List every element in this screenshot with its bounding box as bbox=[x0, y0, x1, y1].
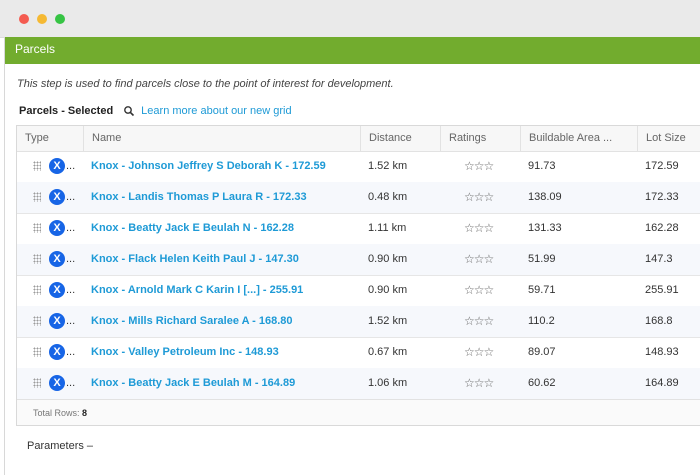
table-row[interactable]: X... Knox - Johnson Jeffrey S Deborah K -… bbox=[17, 151, 700, 183]
lot-size-cell: 164.89 bbox=[645, 377, 679, 389]
lot-size-cell: 172.59 bbox=[645, 160, 679, 172]
buildable-area-cell: 91.73 bbox=[528, 160, 556, 172]
type-ellipsis: ... bbox=[66, 160, 76, 172]
parameters-label: Parameters bbox=[27, 440, 84, 452]
panel-header[interactable]: Parcels bbox=[5, 37, 700, 64]
close-window-icon[interactable] bbox=[19, 14, 29, 24]
type-ellipsis: ... bbox=[66, 253, 76, 265]
rating-stars[interactable]: ☆☆☆ bbox=[464, 306, 520, 337]
parcel-name-link[interactable]: Knox - Johnson Jeffrey S Deborah K - 172… bbox=[91, 151, 361, 182]
column-header-name[interactable]: Name bbox=[83, 126, 360, 151]
total-rows-count: 8 bbox=[82, 408, 88, 418]
table-row[interactable]: X... Knox - Arnold Mark C Karin I [...] -… bbox=[17, 275, 700, 307]
learn-more-link[interactable]: Learn more about our new grid bbox=[141, 105, 291, 117]
parameters-toggle[interactable]: – bbox=[87, 440, 93, 452]
buildable-area-cell: 89.07 bbox=[528, 346, 556, 358]
rating-stars[interactable]: ☆☆☆ bbox=[464, 337, 520, 368]
lot-size-cell: 148.93 bbox=[645, 346, 679, 358]
rating-stars[interactable]: ☆☆☆ bbox=[464, 151, 520, 182]
buildable-area-cell: 110.2 bbox=[528, 315, 555, 327]
minimize-window-icon[interactable] bbox=[37, 14, 47, 24]
window-titlebar bbox=[0, 0, 700, 38]
lot-size-cell: 147.3 bbox=[645, 253, 673, 265]
column-header-distance[interactable]: Distance bbox=[360, 126, 440, 151]
table-row[interactable]: X... Knox - Valley Petroleum Inc - 148.93… bbox=[17, 337, 700, 369]
distance-cell: 0.48 km bbox=[368, 191, 408, 203]
table-row[interactable]: X... Knox - Flack Helen Keith Paul J - 14… bbox=[17, 244, 700, 276]
distance-cell: 0.90 km bbox=[368, 284, 408, 296]
parcel-type-icon: X bbox=[49, 251, 65, 267]
parcels-grid: Type Name Distance Ratings Buildable Are… bbox=[16, 125, 700, 426]
distance-cell: 0.90 km bbox=[368, 253, 408, 265]
rating-stars[interactable]: ☆☆☆ bbox=[464, 368, 520, 399]
total-rows-label: Total Rows: 8 bbox=[33, 408, 88, 418]
distance-cell: 1.52 km bbox=[368, 315, 408, 327]
type-ellipsis: ... bbox=[66, 315, 76, 327]
table-row[interactable]: X... Knox - Beatty Jack E Beulah N - 162.… bbox=[17, 213, 700, 245]
parcel-name-link[interactable]: Knox - Flack Helen Keith Paul J - 147.30 bbox=[91, 244, 361, 275]
buildable-area-cell: 59.71 bbox=[528, 284, 556, 296]
rating-stars[interactable]: ☆☆☆ bbox=[464, 275, 520, 306]
rating-stars[interactable]: ☆☆☆ bbox=[464, 182, 520, 213]
parcel-name-link[interactable]: Knox - Landis Thomas P Laura R - 172.33 bbox=[91, 182, 361, 213]
grid-footer: Total Rows: 8 bbox=[17, 399, 700, 425]
type-ellipsis: ... bbox=[66, 346, 76, 358]
table-row[interactable]: X... Knox - Landis Thomas P Laura R - 172… bbox=[17, 182, 700, 214]
parcel-type-icon: X bbox=[49, 282, 65, 298]
parcel-name-link[interactable]: Knox - Mills Richard Saralee A - 168.80 bbox=[91, 306, 361, 337]
distance-cell: 0.67 km bbox=[368, 346, 408, 358]
parcel-type-icon: X bbox=[49, 375, 65, 391]
buildable-area-cell: 51.99 bbox=[528, 253, 556, 265]
parcel-name-link[interactable]: Knox - Arnold Mark C Karin I [...] - 255… bbox=[91, 275, 361, 306]
drag-handle-icon[interactable] bbox=[33, 285, 41, 295]
column-header-buildable-area[interactable]: Buildable Area ... bbox=[520, 126, 637, 151]
drag-handle-icon[interactable] bbox=[33, 378, 41, 388]
drag-handle-icon[interactable] bbox=[33, 316, 41, 326]
drag-handle-icon[interactable] bbox=[33, 161, 41, 171]
parcel-type-icon: X bbox=[49, 220, 65, 236]
parcel-name-link[interactable]: Knox - Beatty Jack E Beulah N - 162.28 bbox=[91, 213, 361, 244]
search-icon[interactable] bbox=[123, 105, 135, 117]
step-description: This step is used to find parcels close … bbox=[17, 78, 394, 90]
type-ellipsis: ... bbox=[66, 377, 76, 389]
parcel-type-icon: X bbox=[49, 313, 65, 329]
buildable-area-cell: 131.33 bbox=[528, 222, 562, 234]
column-header-type[interactable]: Type bbox=[17, 126, 83, 151]
buildable-area-cell: 60.62 bbox=[528, 377, 556, 389]
drag-handle-icon[interactable] bbox=[33, 347, 41, 357]
drag-handle-icon[interactable] bbox=[33, 223, 41, 233]
type-ellipsis: ... bbox=[66, 284, 76, 296]
drag-handle-icon[interactable] bbox=[33, 192, 41, 202]
distance-cell: 1.11 km bbox=[368, 222, 407, 234]
grid-title: Parcels - Selected bbox=[19, 105, 114, 117]
drag-handle-icon[interactable] bbox=[33, 254, 41, 264]
type-ellipsis: ... bbox=[66, 222, 76, 234]
distance-cell: 1.52 km bbox=[368, 160, 408, 172]
parameters-section[interactable]: Parameters – bbox=[27, 440, 93, 452]
distance-cell: 1.06 km bbox=[368, 377, 408, 389]
column-header-lot-size[interactable]: Lot Size bbox=[637, 126, 700, 151]
panel-title: Parcels bbox=[15, 42, 56, 56]
maximize-window-icon[interactable] bbox=[55, 14, 65, 24]
buildable-area-cell: 138.09 bbox=[528, 191, 562, 203]
lot-size-cell: 168.8 bbox=[645, 315, 673, 327]
grid-toolbar: Parcels - Selected Learn more about our … bbox=[19, 103, 292, 119]
grid-header: Type Name Distance Ratings Buildable Are… bbox=[17, 126, 700, 152]
parcel-type-icon: X bbox=[49, 158, 65, 174]
parcel-name-link[interactable]: Knox - Valley Petroleum Inc - 148.93 bbox=[91, 337, 361, 368]
parcels-panel: Parcels This step is used to find parcel… bbox=[4, 37, 700, 475]
table-row[interactable]: X... Knox - Beatty Jack E Beulah M - 164.… bbox=[17, 368, 700, 400]
parcel-type-icon: X bbox=[49, 189, 65, 205]
column-header-ratings[interactable]: Ratings bbox=[440, 126, 520, 151]
lot-size-cell: 255.91 bbox=[645, 284, 679, 296]
lot-size-cell: 172.33 bbox=[645, 191, 679, 203]
type-ellipsis: ... bbox=[66, 191, 76, 203]
rating-stars[interactable]: ☆☆☆ bbox=[464, 244, 520, 275]
parcel-type-icon: X bbox=[49, 344, 65, 360]
table-row[interactable]: X... Knox - Mills Richard Saralee A - 168… bbox=[17, 306, 700, 338]
parcel-name-link[interactable]: Knox - Beatty Jack E Beulah M - 164.89 bbox=[91, 368, 361, 399]
rating-stars[interactable]: ☆☆☆ bbox=[464, 213, 520, 244]
lot-size-cell: 162.28 bbox=[645, 222, 679, 234]
